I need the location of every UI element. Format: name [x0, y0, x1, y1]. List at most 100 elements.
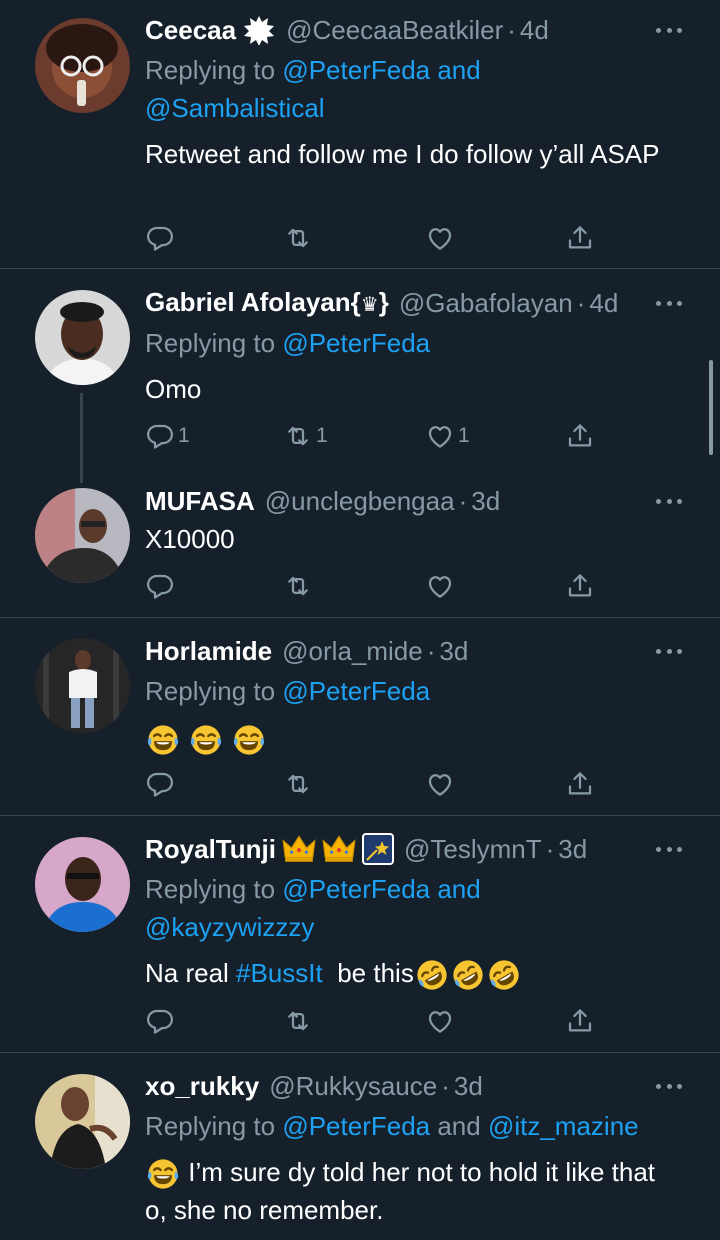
- separator-dot: ·: [458, 486, 468, 516]
- user-handle[interactable]: @unclegbengaa: [265, 481, 455, 521]
- avatar[interactable]: [35, 488, 130, 583]
- avatar[interactable]: [35, 837, 130, 932]
- like-icon: [425, 571, 455, 601]
- share-button[interactable]: [565, 221, 595, 255]
- display-name[interactable]: Horlamide: [145, 631, 272, 671]
- tweet-header: RoyalTunji @TeslymnT · 3d: [145, 829, 587, 869]
- avatar[interactable]: [35, 1074, 130, 1169]
- share-icon: [565, 223, 595, 253]
- display-name[interactable]: xo_rukky: [145, 1066, 259, 1106]
- mention-link[interactable]: @PeterFeda and: [282, 874, 480, 904]
- user-handle[interactable]: @Gabafolayan: [399, 283, 573, 323]
- replying-to-label: Replying to: [145, 55, 283, 85]
- like-button[interactable]: [425, 1004, 455, 1038]
- avatar[interactable]: [35, 638, 130, 733]
- share-button[interactable]: [565, 569, 595, 603]
- mention-link[interactable]: @PeterFeda: [282, 676, 430, 706]
- mention-link[interactable]: @itz_mazine: [488, 1111, 639, 1141]
- like-button[interactable]: 1: [425, 419, 470, 453]
- queen-icon: ♛: [360, 293, 379, 316]
- avatar[interactable]: [35, 290, 130, 385]
- share-icon: [565, 421, 595, 451]
- timestamp[interactable]: 3d: [558, 829, 587, 869]
- reply-button[interactable]: [145, 569, 175, 603]
- timestamp[interactable]: 3d: [471, 481, 500, 521]
- divider: [0, 815, 720, 816]
- retweet-button[interactable]: [283, 569, 313, 603]
- share-button[interactable]: [565, 1004, 595, 1038]
- reply-button[interactable]: [145, 767, 175, 801]
- display-name[interactable]: Gabriel Afolayan{♛}: [145, 282, 389, 325]
- retweet-button[interactable]: 1: [283, 419, 328, 453]
- retweet-button[interactable]: [283, 767, 313, 801]
- separator-dot: ·: [441, 1071, 450, 1101]
- scrollbar[interactable]: [709, 360, 713, 455]
- tweet-text: Retweet and follow me I do follow y’all …: [145, 139, 660, 169]
- mention-link[interactable]: @PeterFeda: [282, 1111, 430, 1141]
- more-icon[interactable]: [656, 293, 682, 313]
- share-button[interactable]: [565, 419, 595, 453]
- display-name[interactable]: MUFASA: [145, 481, 255, 521]
- timestamp[interactable]: 4d: [589, 283, 618, 323]
- display-name-suffix: }: [378, 286, 389, 317]
- user-handle[interactable]: @Rukkysauce: [269, 1066, 437, 1106]
- more-icon[interactable]: [656, 1076, 682, 1096]
- retweet-count: 1: [316, 424, 328, 447]
- tweet-header: Ceecaa @CeecaaBeatkiler · 4d: [145, 10, 549, 50]
- divider: [0, 268, 720, 269]
- retweet-icon: [283, 421, 313, 451]
- replying-to: Replying to @PeterFeda and @Sambalistica…: [145, 51, 690, 127]
- more-icon[interactable]: [656, 641, 682, 661]
- reply-icon: [145, 421, 175, 451]
- replying-to-label: Replying to: [145, 874, 283, 904]
- like-button[interactable]: [425, 221, 455, 255]
- retweet-icon: [283, 769, 313, 799]
- separator-dot: ·: [576, 288, 586, 318]
- share-icon: [565, 571, 595, 601]
- mention-link[interactable]: @kayzywizzzy: [145, 912, 314, 942]
- like-button[interactable]: [425, 569, 455, 603]
- display-name[interactable]: Ceecaa: [145, 10, 236, 50]
- tweet-header: MUFASA @unclegbengaa · 3d: [145, 481, 500, 521]
- display-name[interactable]: RoyalTunji: [145, 829, 276, 869]
- tweet-text: Omo: [145, 374, 202, 404]
- tweet-header: Gabriel Afolayan{♛} @Gabafolayan · 4d: [145, 283, 618, 323]
- mention-link[interactable]: @PeterFeda: [282, 328, 430, 358]
- reply-button[interactable]: [145, 1004, 175, 1038]
- replying-to-label: Replying to: [145, 676, 283, 706]
- like-count: 1: [458, 424, 470, 447]
- share-icon: [565, 769, 595, 799]
- share-button[interactable]: [565, 767, 595, 801]
- more-icon[interactable]: [656, 20, 682, 40]
- user-handle[interactable]: @TeslymnT: [404, 829, 542, 869]
- replying-to: Replying to @PeterFeda: [145, 324, 690, 362]
- retweet-button[interactable]: [283, 1004, 313, 1038]
- rofl-icon: [450, 957, 486, 993]
- user-handle[interactable]: @CeecaaBeatkiler: [286, 10, 503, 50]
- laughing-tears-icon: [231, 722, 267, 758]
- separator-dot: ·: [507, 15, 516, 45]
- like-icon: [425, 769, 455, 799]
- user-handle[interactable]: @orla_mide: [282, 631, 423, 671]
- retweet-icon: [283, 1006, 313, 1036]
- tweet-actions: [145, 221, 595, 255]
- timestamp[interactable]: 3d: [439, 631, 468, 671]
- tweet-text: I’m sure dy told her not to hold it like…: [145, 1154, 670, 1228]
- reply-button[interactable]: [145, 221, 175, 255]
- replying-to: Replying to @PeterFeda and @itz_mazine: [145, 1107, 710, 1145]
- retweet-icon: [283, 223, 313, 253]
- timestamp[interactable]: 4d: [520, 10, 549, 50]
- hashtag-link[interactable]: #BussIt: [236, 958, 323, 988]
- mention-link[interactable]: @Sambalistical: [145, 93, 325, 123]
- avatar[interactable]: [35, 18, 130, 113]
- reply-button[interactable]: 1: [145, 419, 190, 453]
- more-icon[interactable]: [656, 491, 682, 511]
- like-button[interactable]: [425, 767, 455, 801]
- burst-icon: [242, 15, 276, 45]
- timestamp[interactable]: 3d: [454, 1066, 483, 1106]
- like-icon: [425, 421, 455, 451]
- more-icon[interactable]: [656, 839, 682, 859]
- mention-link[interactable]: @PeterFeda and: [282, 55, 480, 85]
- laughing-tears-icon: [188, 722, 224, 758]
- retweet-button[interactable]: [283, 221, 313, 255]
